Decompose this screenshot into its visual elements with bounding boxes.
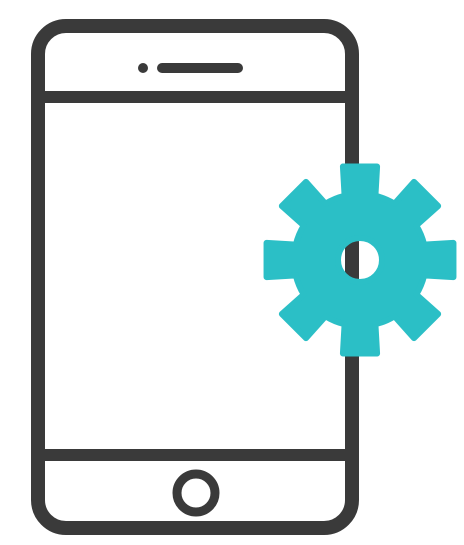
camera-dot: [138, 63, 148, 73]
gear-shape: [263, 163, 457, 357]
mobile-settings-icon: [31, 19, 457, 535]
gear-icon: [263, 163, 457, 357]
home-button: [172, 469, 220, 517]
icon-canvas: [0, 0, 464, 545]
